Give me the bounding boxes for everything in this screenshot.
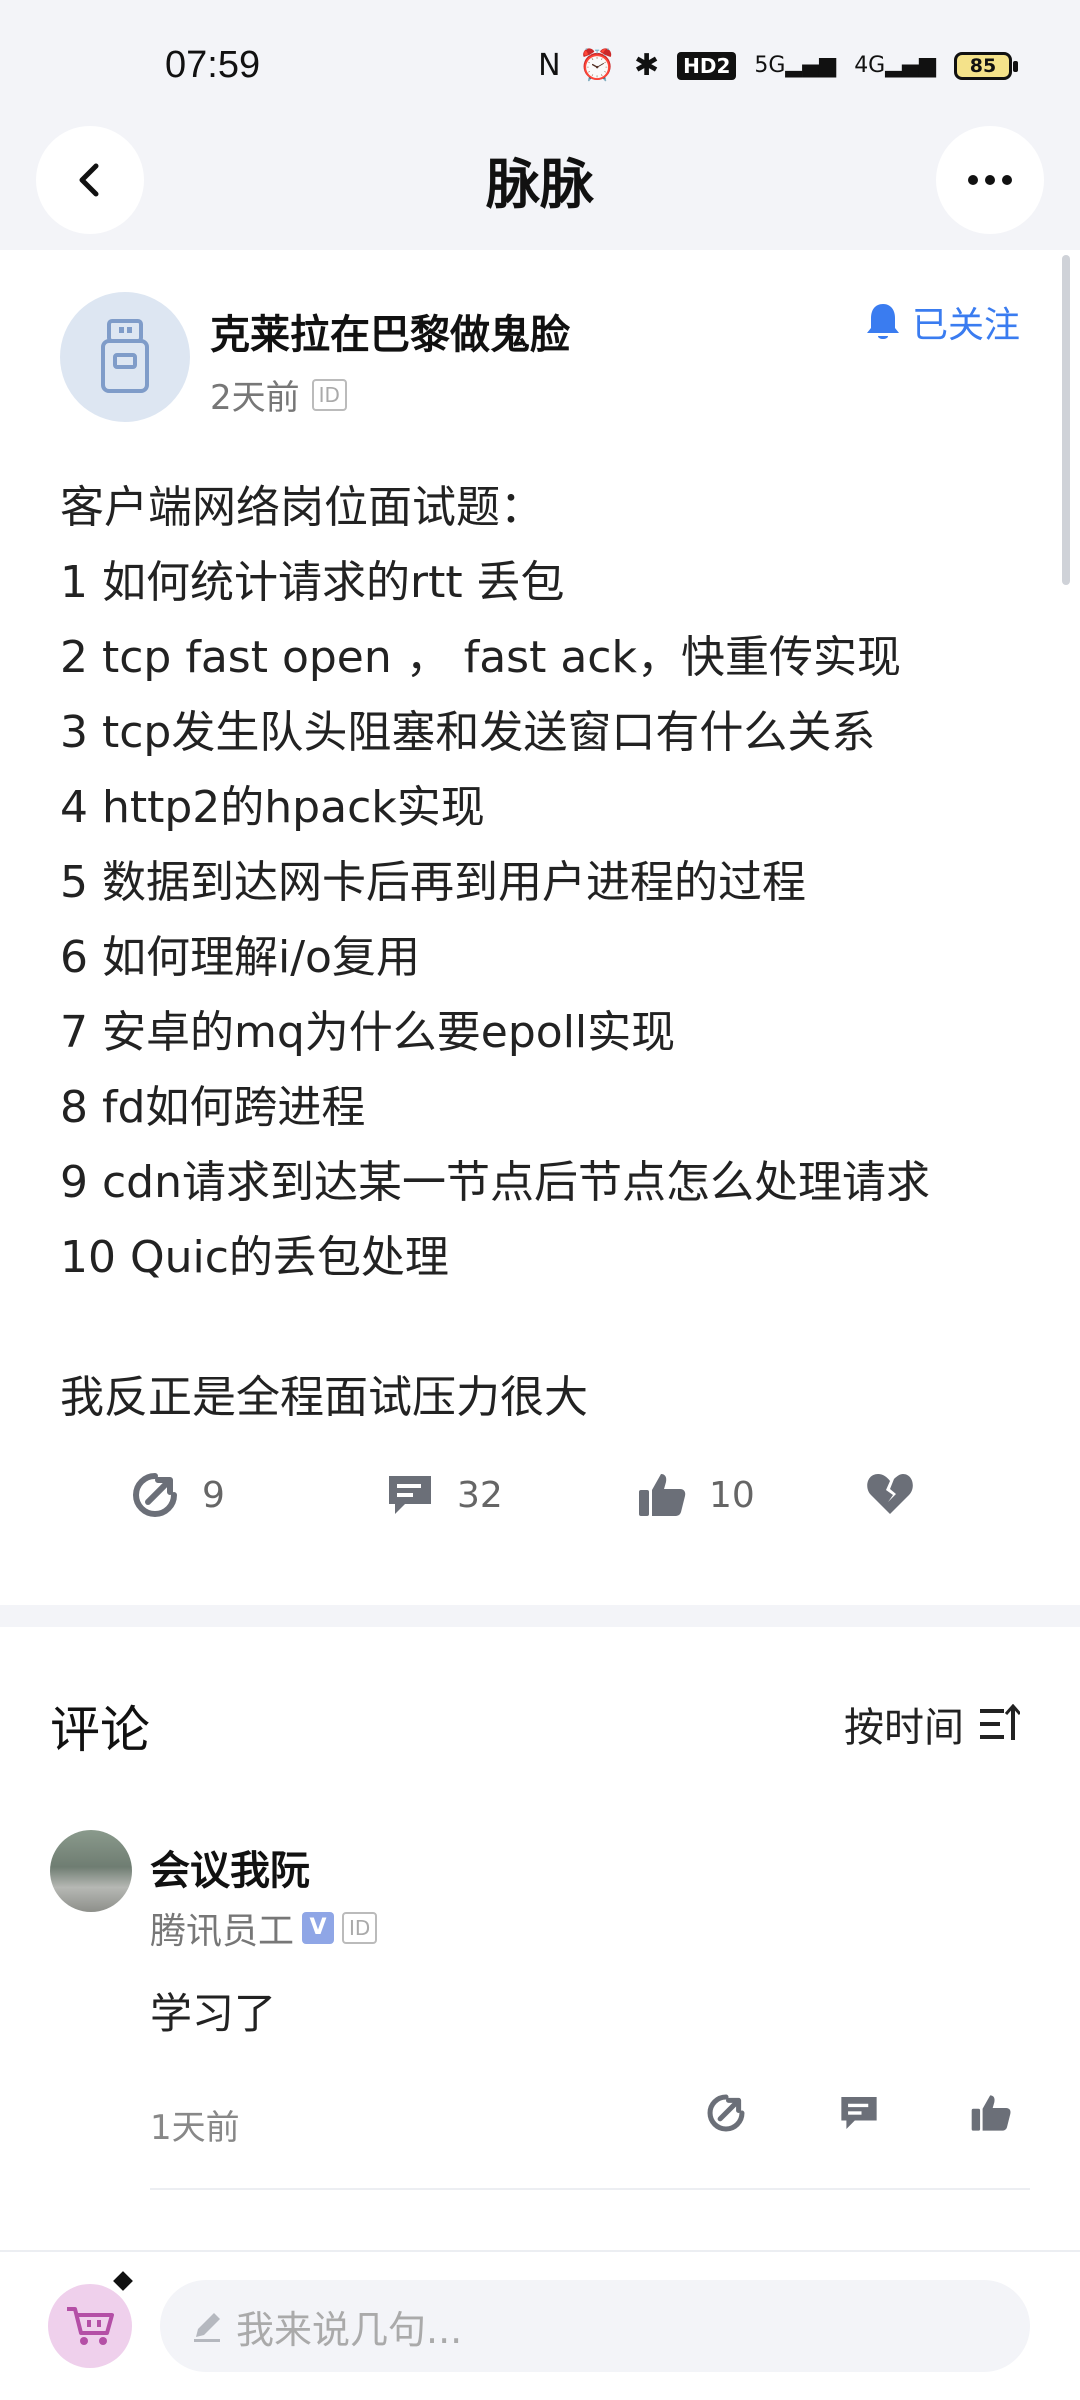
follow-label: 已关注 bbox=[911, 305, 1020, 346]
post-line: 10 Quic的丢包处理 bbox=[60, 1232, 449, 1283]
commenter-avatar[interactable] bbox=[50, 1830, 132, 1912]
share-icon bbox=[133, 1473, 177, 1517]
post-line: 4 http2的hpack实现 bbox=[60, 782, 485, 833]
comment-input-placeholder: 我来说几句... bbox=[236, 2307, 463, 2352]
status-time: 07:59 bbox=[165, 44, 261, 86]
signal-4g-icon: 4G▂▄▆ bbox=[854, 53, 936, 78]
shop-cart-button[interactable] bbox=[48, 2284, 132, 2368]
status-icons: N ⏰ ✱ HD2 5G▂▄▆ 4G▂▄▆ 85 bbox=[538, 48, 1018, 83]
comment-time: 1天前 bbox=[150, 2108, 240, 2148]
comments-title: 评论 bbox=[50, 1701, 150, 1759]
post-line: 2 tcp fast open ， fast ack，快重传实现 bbox=[60, 632, 901, 683]
more-horizontal-icon bbox=[968, 175, 1012, 185]
comment-icon bbox=[841, 2097, 877, 2129]
comment-share-button[interactable] bbox=[705, 2092, 747, 2138]
follow-button[interactable]: 已关注 bbox=[864, 296, 1020, 348]
dislike-button[interactable] bbox=[865, 1470, 915, 1516]
sort-icon bbox=[980, 1704, 1020, 1740]
hd-voice-icon: HD2 bbox=[677, 51, 737, 80]
post-line: 5 数据到达网卡后再到用户进程的过程 bbox=[60, 857, 806, 908]
network-label-4g: 4G bbox=[854, 53, 886, 78]
thumbs-up-icon bbox=[639, 1474, 686, 1516]
comment-count: 32 bbox=[457, 1474, 503, 1516]
share-icon bbox=[707, 2094, 745, 2132]
comment-like-button[interactable] bbox=[970, 2092, 1012, 2138]
like-button[interactable]: 10 bbox=[637, 1470, 755, 1520]
post-closing-text: 我反正是全程面试压力很大 bbox=[60, 1372, 588, 1423]
comment-text: 学习了 bbox=[150, 1989, 277, 2038]
pencil-icon bbox=[194, 2313, 220, 2342]
comment-reply-button[interactable] bbox=[838, 2092, 880, 2138]
post-line: 1 如何统计请求的rtt 丢包 bbox=[60, 557, 565, 608]
commenter-company: 腾讯员工 bbox=[150, 1911, 295, 1952]
section-divider bbox=[0, 1605, 1080, 1627]
shopping-cart-icon bbox=[67, 2307, 114, 2345]
thumbs-up-icon bbox=[971, 2095, 1011, 2131]
commenter-meta: 腾讯员工 V ID bbox=[150, 1902, 378, 1954]
post-actions: 9 32 10 bbox=[0, 1470, 1080, 1530]
scrollbar[interactable] bbox=[1062, 255, 1070, 585]
post-line: 3 tcp发生队头阻塞和发送窗口有什么关系 bbox=[60, 707, 876, 758]
post-time: 2天前 bbox=[210, 378, 300, 418]
bell-icon bbox=[866, 304, 899, 339]
sort-label: 按时间 bbox=[844, 1705, 964, 1751]
comment-icon bbox=[389, 1476, 431, 1514]
alarm-icon: ⏰ bbox=[578, 48, 616, 83]
sort-button[interactable]: 按时间 bbox=[844, 1695, 1020, 1753]
post-header: 克莱拉在巴黎做鬼脸 2天前 ID 已关注 bbox=[60, 292, 1020, 422]
post-line: 9 cdn请求到达某一节点后节点怎么处理请求 bbox=[60, 1157, 930, 1208]
post-line: 8 fd如何跨进程 bbox=[60, 1082, 366, 1133]
like-count: 10 bbox=[709, 1474, 755, 1516]
nfc-icon: N bbox=[538, 48, 561, 83]
page-title: 脉脉 bbox=[486, 153, 594, 216]
nav-bar: 脉脉 bbox=[0, 110, 1080, 250]
post-line: 6 如何理解i/o复用 bbox=[60, 932, 420, 983]
commenter-name[interactable]: 会议我阮 bbox=[150, 1838, 310, 1896]
id-badge: ID bbox=[311, 378, 347, 411]
more-button[interactable] bbox=[936, 126, 1044, 234]
signal-5g-icon: 5G▂▄▆ bbox=[754, 53, 837, 78]
notification-dot bbox=[113, 2271, 133, 2291]
post-line: 7 安卓的mq为什么要epoll实现 bbox=[60, 1007, 676, 1058]
share-count: 9 bbox=[202, 1474, 225, 1516]
verified-badge: V bbox=[302, 1912, 335, 1944]
author-name[interactable]: 克莱拉在巴黎做鬼脸 bbox=[210, 302, 570, 360]
post-body: 客户端网络岗位面试题： 1 如何统计请求的rtt 丢包 2 tcp fast o… bbox=[60, 470, 1020, 1295]
post-meta: 2天前 ID bbox=[210, 370, 347, 419]
share-button[interactable]: 9 bbox=[130, 1470, 225, 1520]
usb-drive-icon bbox=[101, 319, 149, 393]
author-avatar[interactable] bbox=[60, 292, 190, 422]
comment-divider bbox=[150, 2188, 1030, 2190]
battery-icon: 85 bbox=[954, 51, 1018, 80]
bottom-bar: 我来说几句... bbox=[0, 2250, 1080, 2400]
id-badge: ID bbox=[342, 1912, 378, 1944]
comment-item: 会议我阮 腾讯员工 V ID 学习了 1天前 bbox=[50, 1830, 1030, 2190]
comment-button[interactable]: 32 bbox=[385, 1470, 503, 1520]
broken-heart-icon bbox=[867, 1474, 913, 1514]
comment-input[interactable]: 我来说几句... bbox=[160, 2280, 1030, 2372]
network-label-5g: 5G bbox=[754, 53, 786, 78]
post-line: 客户端网络岗位面试题： bbox=[60, 482, 544, 533]
bluetooth-icon: ✱ bbox=[633, 48, 660, 83]
